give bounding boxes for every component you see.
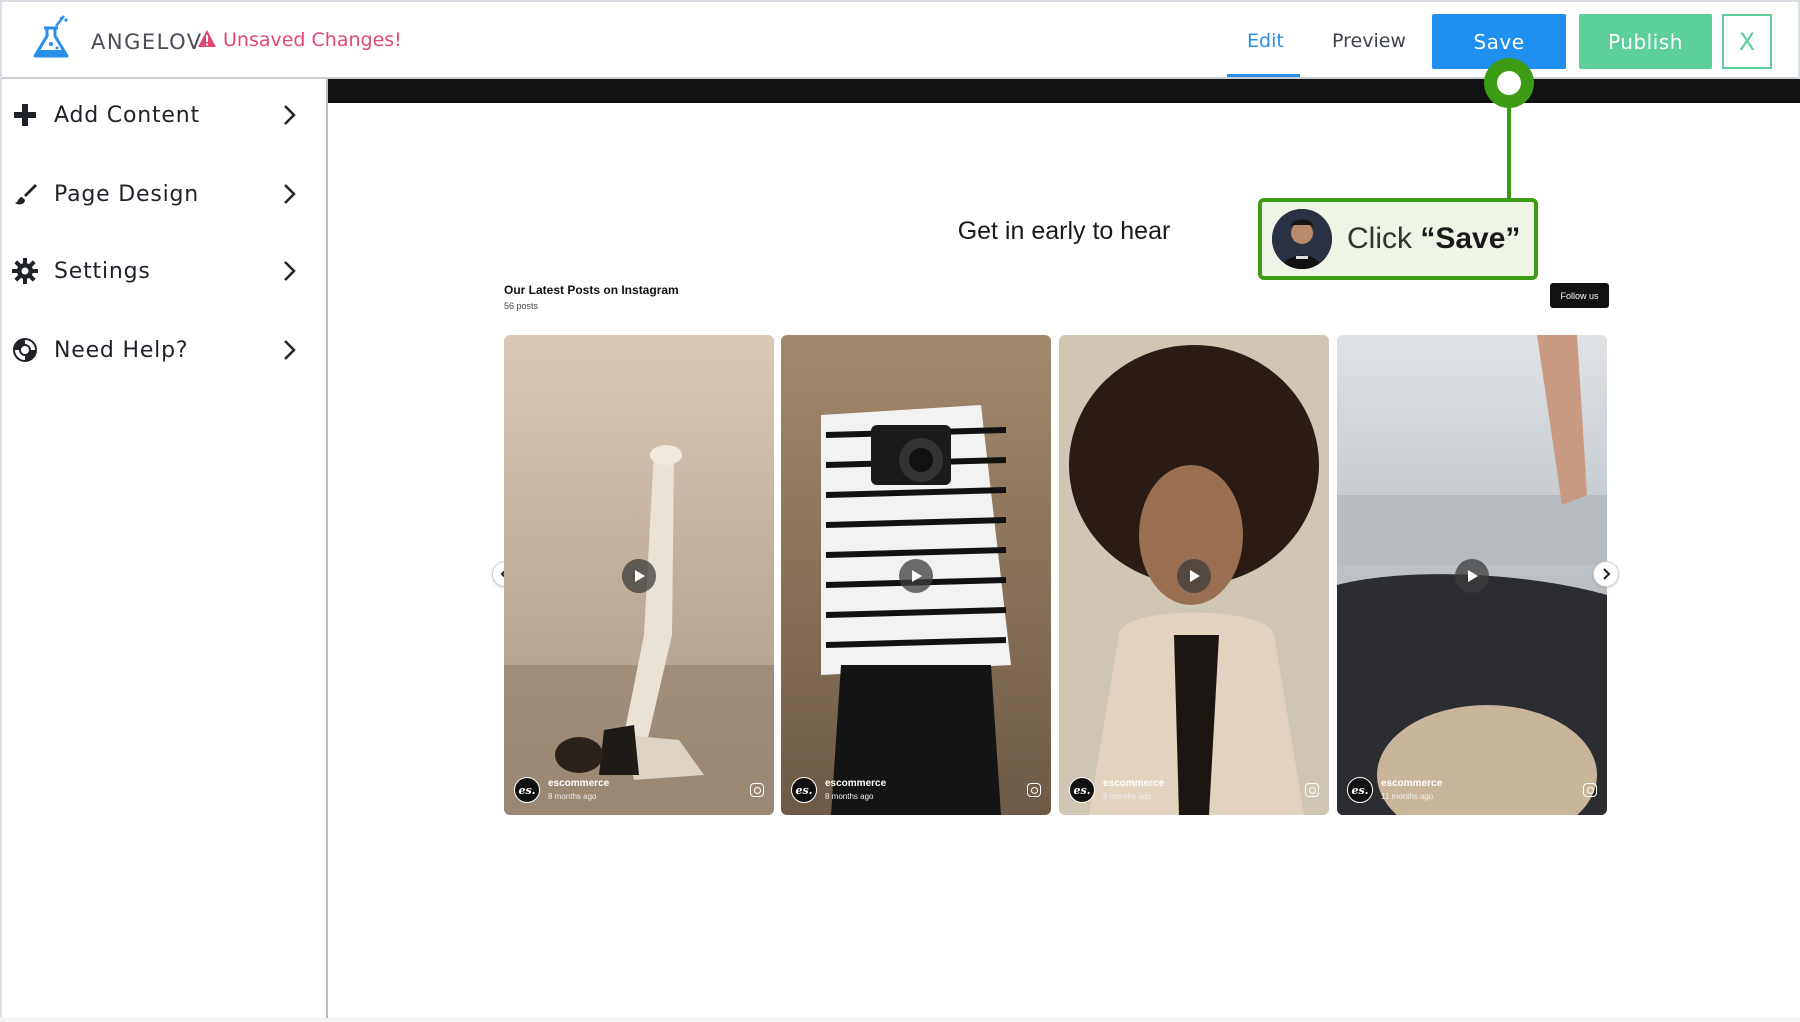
sidebar-item-add-content[interactable]: Add Content [2, 85, 326, 145]
chevron-right-icon [1603, 568, 1611, 580]
page-headline: Get in early to hear [957, 217, 1171, 245]
avatar: es. [791, 777, 817, 803]
click-target-marker [1484, 58, 1534, 108]
callout-prefix: Click [1347, 222, 1421, 255]
play-icon[interactable] [1455, 559, 1489, 593]
page-top-bar [328, 79, 1800, 103]
instagram-post-count: 56 posts [504, 301, 539, 311]
sidebar: Add Content Page Design Settings Need He… [2, 79, 328, 1018]
play-icon[interactable] [1177, 559, 1211, 593]
tab-edit-underline [1227, 74, 1300, 77]
sidebar-item-label: Need Help? [54, 337, 189, 363]
chevron-right-icon [284, 105, 296, 125]
warning-icon [198, 30, 216, 47]
instagram-post[interactable]: es. escommerce 8 months ago [504, 335, 774, 815]
plus-icon [12, 102, 38, 128]
sidebar-item-page-design[interactable]: Page Design [2, 164, 326, 224]
gear-icon [12, 258, 38, 284]
brush-icon [12, 181, 38, 207]
post-time: 11 months ago [1381, 792, 1434, 801]
lifebuoy-icon [12, 337, 38, 363]
post-footer: es. escommerce 8 months ago [504, 769, 774, 815]
avatar [1272, 209, 1332, 269]
sidebar-item-label: Add Content [54, 102, 200, 128]
instagram-icon[interactable] [1305, 783, 1319, 797]
callout-connector [1507, 102, 1511, 200]
post-footer: es. escommerce 8 months ago [1059, 769, 1329, 815]
instagram-icon[interactable] [750, 783, 764, 797]
play-icon[interactable] [622, 559, 656, 593]
publish-button[interactable]: Publish [1579, 14, 1712, 69]
chevron-right-icon [284, 184, 296, 204]
sidebar-item-label: Settings [54, 258, 151, 284]
tab-preview[interactable]: Preview [1332, 30, 1406, 52]
post-username: escommerce [1103, 778, 1165, 789]
follow-us-button[interactable]: Follow us [1550, 283, 1609, 308]
post-time: 8 months ago [1103, 792, 1152, 801]
chevron-right-icon [284, 261, 296, 281]
tab-edit[interactable]: Edit [1247, 30, 1284, 52]
tutorial-callout: Click “Save” [1258, 198, 1538, 280]
unsaved-changes-label: Unsaved Changes! [223, 29, 402, 51]
sidebar-item-need-help[interactable]: Need Help? [2, 320, 326, 380]
post-footer: es. escommerce 8 months ago [781, 769, 1051, 815]
instagram-post[interactable]: es. escommerce 11 months ago [1337, 335, 1607, 815]
instagram-post[interactable]: es. escommerce 8 months ago [1059, 335, 1329, 815]
instagram-icon[interactable] [1583, 783, 1597, 797]
sidebar-item-settings[interactable]: Settings [2, 241, 326, 301]
chevron-right-icon [284, 340, 296, 360]
instagram-title: Our Latest Posts on Instagram [504, 283, 679, 297]
callout-target: “Save” [1420, 222, 1521, 255]
close-button[interactable]: X [1722, 14, 1772, 69]
post-time: 8 months ago [825, 792, 874, 801]
post-footer: es. escommerce 11 months ago [1337, 769, 1607, 815]
avatar: es. [1347, 777, 1373, 803]
carousel-next-button[interactable] [1593, 561, 1619, 587]
sidebar-item-label: Page Design [54, 181, 200, 207]
brand-name: ANGELOV [91, 30, 203, 54]
instagram-post[interactable]: es. escommerce 8 months ago [781, 335, 1051, 815]
post-username: escommerce [1381, 778, 1443, 789]
callout-text: Click “Save” [1347, 222, 1520, 256]
flask-logo-icon [33, 15, 69, 58]
post-time: 8 months ago [548, 792, 597, 801]
instagram-icon[interactable] [1027, 783, 1041, 797]
avatar: es. [1069, 777, 1095, 803]
app-window: ANGELOV Unsaved Changes! Edit Preview Sa… [0, 0, 1800, 1018]
page-canvas: Get in early to hear Our Latest Posts on… [328, 79, 1800, 1018]
post-username: escommerce [548, 778, 610, 789]
play-icon[interactable] [899, 559, 933, 593]
post-username: escommerce [825, 778, 887, 789]
avatar: es. [514, 777, 540, 803]
